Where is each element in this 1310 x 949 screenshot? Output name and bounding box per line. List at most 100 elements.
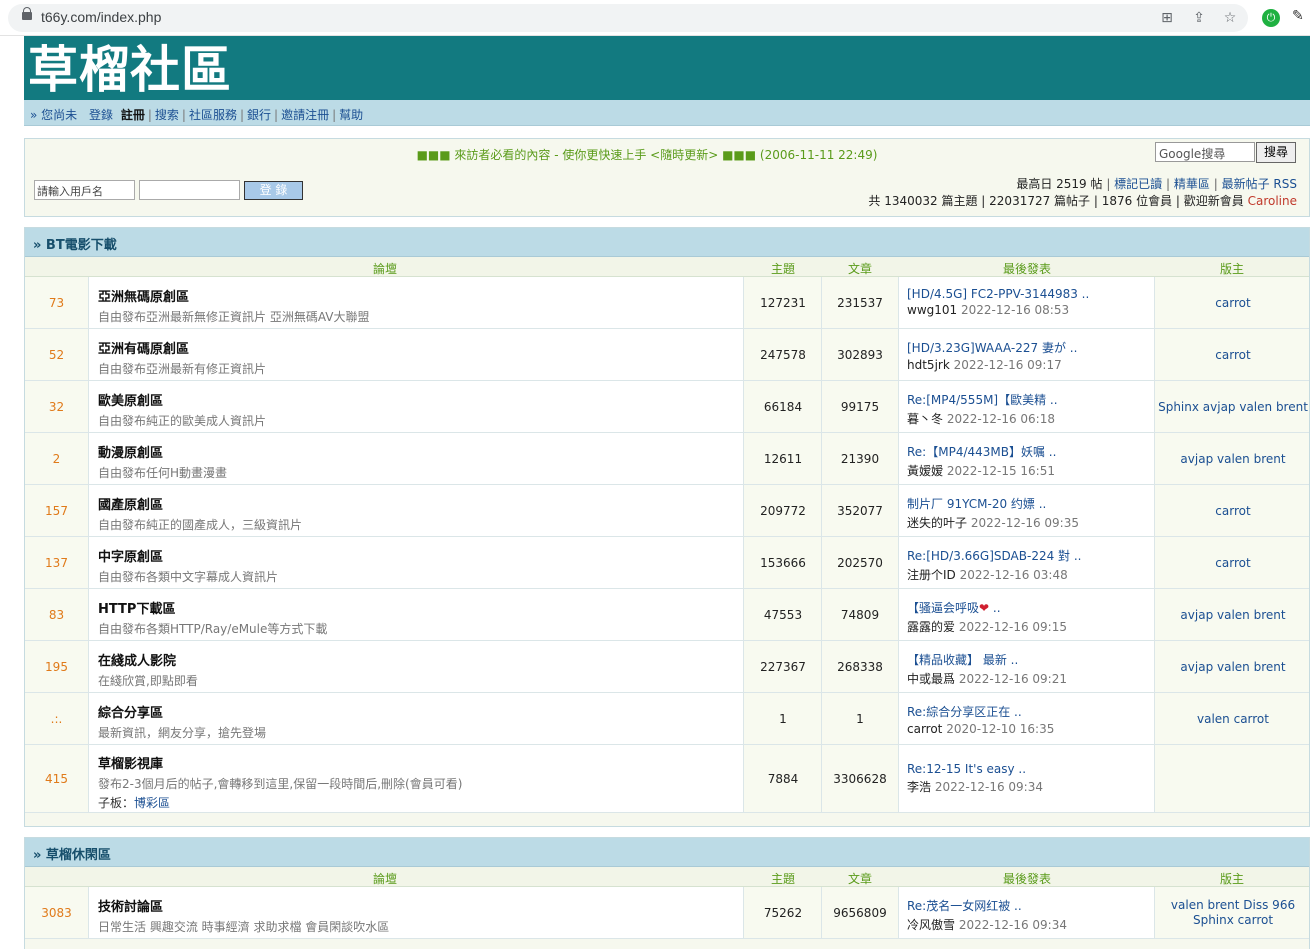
section-title[interactable]: » 草榴休閑區 (25, 838, 1309, 867)
forum-name-link[interactable]: 在綫成人影院 (98, 650, 743, 669)
share-icon[interactable]: ⇪ (1191, 10, 1207, 26)
moderator-links[interactable]: carrot (1215, 348, 1250, 362)
last-post-cell: 【精品收藏】 最新 .. 中或最爲 2022-12-16 09:21 (899, 641, 1155, 692)
last-post-meta: 冷风傲雪 2022-12-16 09:34 (907, 916, 1154, 933)
forum-name-link[interactable]: HTTP下載區 (98, 598, 743, 617)
posts-count: 99175 (822, 381, 899, 432)
nav-services-link[interactable]: 社區服務 (189, 108, 237, 122)
last-post-cell: [HD/4.5G] FC2-PPV-3144983 .. wwg101 2022… (899, 277, 1155, 328)
last-post-user-link[interactable]: 注册个ID (907, 568, 956, 582)
forum-description: 自由發布亞洲最新有修正資訊片 (98, 362, 267, 376)
forum-cell: HTTP下載區 自由發布各類HTTP/Ray/eMule等方式下載 (89, 589, 744, 640)
moderators-cell (1155, 745, 1310, 812)
moderator-links[interactable]: carrot (1215, 556, 1250, 570)
forum-name-link[interactable]: 歐美原創區 (98, 390, 743, 409)
lock-icon[interactable] (22, 7, 32, 20)
moderator-links[interactable]: valen brent Diss 966 (1171, 898, 1295, 913)
forum-name-link[interactable]: 國產原創區 (98, 494, 743, 513)
mark-read-link[interactable]: 標記已讀 (1114, 177, 1162, 191)
moderator-links[interactable]: valen carrot (1197, 712, 1269, 726)
forum-name-link[interactable]: 草榴影視庫 (98, 753, 743, 772)
last-post-title-link[interactable]: 【骚逼会呼吸❤ .. (907, 599, 1154, 616)
col-mods: 版主 (1220, 872, 1245, 886)
moderator-links[interactable]: carrot (1215, 504, 1250, 518)
forum-row: 415 草榴影視庫 發布2-3個月后的帖子,會轉移到這里,保留一段時間后,刪除(… (25, 745, 1309, 813)
login-button[interactable]: 登 錄 (244, 181, 303, 200)
moderator-links-2[interactable]: Sphinx carrot (1171, 913, 1295, 928)
star-icon[interactable]: ☆ (1222, 10, 1238, 26)
visitor-notice-link[interactable]: ■■■ 來訪者必看的內容 - 使你更快速上手 <隨時更新> ■■■ (2006-… (25, 146, 1269, 163)
last-post-title-link[interactable]: [HD/4.5G] FC2-PPV-3144983 .. (907, 287, 1154, 301)
section-title[interactable]: » BT電影下載 (25, 228, 1309, 257)
forum-cell: 國產原創區 自由發布純正的國產成人，三級資訊片 (89, 485, 744, 536)
rss-link[interactable]: RSS (1273, 177, 1297, 191)
topics-count: 47553 (745, 589, 822, 640)
last-post-user-link[interactable]: carrot (907, 722, 942, 736)
nav-search-link[interactable]: 搜索 (155, 108, 179, 122)
address-bar[interactable]: t66y.com/index.php ⊞ ⇪ ☆ (8, 4, 1248, 32)
nav-invite-link[interactable]: 邀請注冊 (281, 108, 329, 122)
forum-name-link[interactable]: 綜合分享區 (98, 702, 743, 721)
last-post-user-link[interactable]: 露露的爱 (907, 620, 955, 634)
last-post-title-link[interactable]: 【精品收藏】 最新 .. (907, 651, 1154, 668)
username-input[interactable]: 請輸入用戶名 (34, 180, 135, 200)
last-post-title-link[interactable]: 制片厂 91YCM-20 约嫖 .. (907, 495, 1154, 512)
extension-pen-icon[interactable]: ✎ (1292, 8, 1304, 24)
today-count: 137 (25, 537, 89, 588)
last-post-user-link[interactable]: hdt5jrk (907, 358, 950, 372)
url-text[interactable]: t66y.com/index.php (41, 9, 161, 25)
today-count: 52 (25, 329, 89, 380)
today-count: 157 (25, 485, 89, 536)
new-member-link[interactable]: Caroline (1248, 194, 1297, 208)
digest-link[interactable]: 精華區 (1174, 177, 1210, 191)
site-logo[interactable]: 草榴社區 (28, 38, 232, 102)
last-post-user-link[interactable]: wwg101 (907, 303, 957, 317)
last-post-title-link[interactable]: Re:[HD/3.66G]SDAB-224 對 .. (907, 547, 1154, 564)
posts-count: 352077 (822, 485, 899, 536)
forum-description: 自由發布純正的歐美成人資訊片 (98, 414, 267, 428)
last-post-meta: carrot 2020-12-10 16:35 (907, 722, 1154, 736)
google-search-button[interactable]: 搜尋 (1256, 142, 1296, 163)
last-post-user-link[interactable]: 迷失的叶子 (907, 516, 967, 530)
forum-name-link[interactable]: 動漫原創區 (98, 442, 743, 461)
moderators-cell: avjap valen brent (1155, 641, 1310, 692)
last-post-title-link[interactable]: Re:綜合分享区正在 .. (907, 703, 1154, 720)
forum-description: 自由發布各類中文字幕成人資訊片 (98, 570, 279, 584)
last-post-user-link[interactable]: 黃嫒嫒 (907, 464, 943, 478)
posts-count: 21390 (822, 433, 899, 484)
last-post-title-link[interactable]: Re:【MP4/443MB】妖嘱 .. (907, 443, 1154, 460)
subforum-link[interactable]: 博彩區 (134, 796, 170, 810)
last-post-title-link[interactable]: Re:茂名一女网红被 .. (907, 897, 1154, 914)
last-post-title-link[interactable]: [HD/3.23G]WAAA-227 妻が .. (907, 339, 1154, 356)
google-search-input[interactable]: Google搜尋 (1155, 142, 1255, 162)
nav-bank-link[interactable]: 銀行 (247, 108, 271, 122)
nav-help-link[interactable]: 幫助 (339, 108, 363, 122)
topics-count: 209772 (745, 485, 822, 536)
forum-name-link[interactable]: 亞洲無碼原創區 (98, 286, 743, 305)
last-post-title-link[interactable]: Re:[MP4/555M]【歐美精 .. (907, 391, 1154, 408)
forum-row: 157 國產原創區 自由發布純正的國產成人，三級資訊片 209772 35207… (25, 485, 1309, 537)
moderator-links[interactable]: carrot (1215, 296, 1250, 310)
forum-name-link[interactable]: 中字原創區 (98, 546, 743, 565)
last-post-user-link[interactable]: 李浩 (907, 780, 931, 794)
moderators-cell: carrot (1155, 329, 1310, 380)
nav-register-link[interactable]: 註冊 (121, 108, 145, 122)
translate-icon[interactable]: ⊞ (1159, 10, 1175, 26)
last-post-user-link[interactable]: 冷风傲雪 (907, 918, 955, 932)
moderator-links[interactable]: Sphinx avjap valen brent (1158, 400, 1308, 414)
moderator-links[interactable]: avjap valen brent (1180, 608, 1285, 622)
forum-cell: 在綫成人影院 在綫欣賞,即點即看 (89, 641, 744, 692)
moderator-links[interactable]: avjap valen brent (1180, 660, 1285, 674)
moderator-links[interactable]: avjap valen brent (1180, 452, 1285, 466)
last-post-user-link[interactable]: 暮丶冬 (907, 412, 943, 426)
password-input[interactable] (139, 180, 240, 200)
nav-login-link[interactable]: 登錄 (89, 108, 113, 122)
last-post-title-link[interactable]: Re:12-15 It's easy .. (907, 762, 1154, 776)
extension-green-icon[interactable]: ⏻ (1262, 9, 1280, 27)
new-posts-link[interactable]: 最新帖子 (1222, 177, 1270, 191)
last-post-cell: Re:12-15 It's easy .. 李浩 2022-12-16 09:3… (899, 745, 1155, 812)
forum-name-link[interactable]: 亞洲有碼原創區 (98, 338, 743, 357)
forum-name-link[interactable]: 技術討論區 (98, 896, 743, 915)
last-post-user-link[interactable]: 中或最爲 (907, 672, 955, 686)
last-post-meta: 黃嫒嫒 2022-12-15 16:51 (907, 462, 1154, 479)
